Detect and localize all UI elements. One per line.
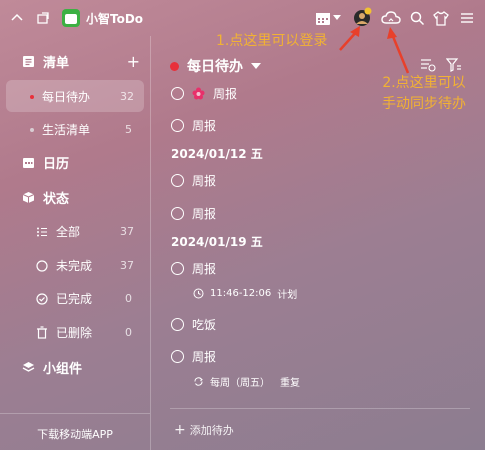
list-color-dot: [30, 94, 34, 99]
sidebar-item-count: 0: [125, 326, 132, 339]
task-tag: 重复: [280, 378, 300, 389]
list-color-dot: [30, 127, 34, 132]
task-meta: 每周（周五） 重复: [193, 374, 300, 389]
task-item[interactable]: 周报: [171, 205, 216, 222]
task-title: 周报: [213, 87, 238, 101]
app-title: 小智ToDo: [86, 12, 144, 26]
sidebar-item-deleted[interactable]: 已删除 0: [36, 324, 142, 341]
filter-icon[interactable]: [445, 57, 462, 76]
task-checkbox[interactable]: [171, 87, 184, 100]
task-title: 周报: [192, 174, 217, 188]
calendar-icon: [23, 158, 34, 168]
task-item[interactable]: 周报: [171, 172, 216, 189]
list-title-text: 每日待办: [187, 59, 243, 75]
task-item[interactable]: 周报: [171, 85, 237, 102]
task-item[interactable]: 周报: [171, 260, 216, 277]
sidebar-item-count: 37: [120, 225, 134, 238]
sync-annotation-line2: 手动同步待办: [382, 96, 466, 112]
list-icon: [23, 56, 34, 67]
collapse-icon[interactable]: [8, 9, 26, 27]
task-item[interactable]: 周报: [171, 348, 216, 365]
task-checkbox[interactable]: [171, 174, 184, 187]
pin-icon[interactable]: [34, 9, 52, 27]
chevron-down-icon: [251, 62, 261, 69]
trash-icon: [37, 326, 47, 339]
task-repeat: 每周（周五）: [210, 378, 270, 389]
task-time: 11:46-12:06: [210, 288, 272, 299]
repeat-icon: [194, 377, 203, 386]
sidebar-item-label: 已完成: [56, 292, 93, 306]
sidebar-item-count: 5: [125, 123, 132, 136]
cube-icon: [22, 192, 35, 203]
plus-icon: +: [174, 422, 186, 438]
task-title: 吃饭: [192, 318, 217, 332]
task-tag: 计划: [277, 290, 298, 301]
task-checkbox[interactable]: [171, 262, 184, 275]
sidebar-list-header[interactable]: 清单 +: [22, 52, 140, 71]
sidebar-divider: [150, 36, 151, 450]
sidebar-item-label: 全部: [56, 225, 81, 239]
sidebar-item-all[interactable]: 全部 37: [36, 223, 142, 240]
date-group-header: 2024/01/12 五: [171, 147, 263, 161]
sidebar-status-header[interactable]: 状态: [22, 188, 69, 207]
sidebar-item-label: 已删除: [56, 326, 93, 340]
circle-icon: [36, 259, 48, 272]
add-task-button[interactable]: + 添加待办: [174, 422, 234, 438]
task-checkbox[interactable]: [171, 119, 184, 132]
clock-icon: [193, 288, 204, 299]
task-title: 周报: [192, 262, 217, 276]
add-list-button[interactable]: +: [127, 52, 140, 71]
task-item[interactable]: 吃饭: [171, 316, 216, 333]
list-title[interactable]: 每日待办: [170, 56, 261, 76]
list-bullets-icon: [37, 227, 47, 236]
task-meta: 11:46-12:06 计划: [193, 286, 297, 301]
sidebar-item-label: 生活清单: [42, 123, 91, 137]
task-checkbox[interactable]: [171, 207, 184, 220]
sidebar-item-life[interactable]: 生活清单 5: [30, 121, 142, 138]
sidebar-item-count: 37: [120, 259, 134, 272]
sidebar-widgets-label: 小组件: [43, 362, 83, 377]
sidebar-item-count: 0: [125, 292, 132, 305]
sidebar-item-label: 每日待办: [42, 90, 91, 104]
app-logo: [62, 9, 80, 27]
sidebar-widgets[interactable]: 小组件: [22, 358, 82, 377]
sidebar-item-label: 未完成: [56, 259, 93, 273]
arrow-sync-line: [390, 33, 410, 74]
sort-icon[interactable]: [420, 57, 436, 76]
sidebar-status-label: 状态: [43, 192, 70, 207]
add-task-divider: [170, 408, 470, 409]
check-circle-icon: [36, 292, 48, 305]
task-title: 周报: [192, 119, 217, 133]
sidebar-item-completed[interactable]: 已完成 0: [36, 290, 142, 307]
task-checkbox[interactable]: [171, 318, 184, 331]
sidebar-item-count: 32: [120, 90, 134, 103]
download-app-link[interactable]: 下载移动端APP: [0, 426, 150, 442]
task-title: 周报: [192, 207, 217, 221]
sidebar-calendar[interactable]: 日历: [22, 153, 69, 172]
sidebar-item-incomplete[interactable]: 未完成 37: [36, 257, 142, 274]
sidebar-list-label: 清单: [43, 56, 70, 71]
sidebar-calendar-label: 日历: [43, 157, 70, 172]
task-checkbox[interactable]: [171, 350, 184, 363]
list-color-dot: [170, 61, 179, 71]
task-item[interactable]: 周报: [171, 117, 216, 134]
login-annotation: 1.点这里可以登录: [216, 33, 328, 49]
add-task-label: 添加待办: [189, 424, 234, 437]
arrow-sync-head: [387, 27, 397, 39]
sidebar-item-daily[interactable]: 每日待办 32: [30, 88, 142, 105]
layers-icon: [22, 362, 35, 372]
flower-icon: [192, 87, 205, 100]
sidebar-bottom-divider: [0, 413, 150, 414]
date-group-header: 2024/01/19 五: [171, 235, 263, 249]
arrow-login-head: [350, 26, 360, 37]
task-title: 周报: [192, 350, 217, 364]
